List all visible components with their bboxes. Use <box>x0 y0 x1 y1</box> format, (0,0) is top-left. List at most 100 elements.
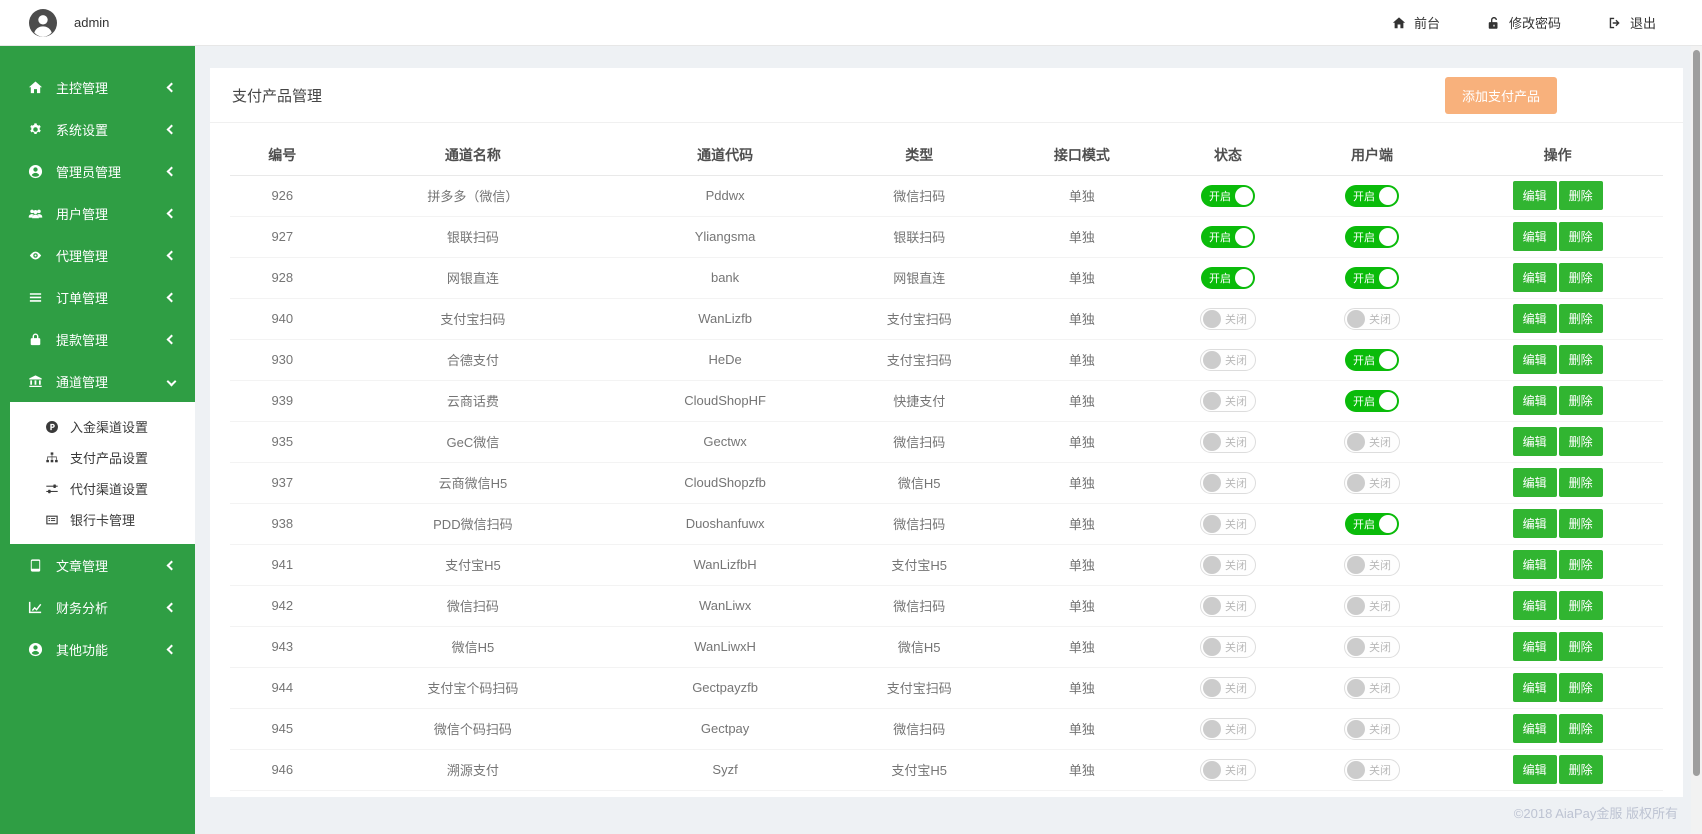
edit-button[interactable]: 编辑 <box>1512 427 1557 456</box>
delete-button[interactable]: 删除 <box>1558 632 1603 661</box>
delete-button[interactable]: 删除 <box>1558 263 1603 292</box>
delete-button[interactable]: 删除 <box>1558 304 1603 333</box>
edit-button[interactable]: 编辑 <box>1512 673 1557 702</box>
submenu-item[interactable]: 代付渠道设置 <box>10 473 195 504</box>
toggle-label: 开启 <box>1353 518 1376 531</box>
scrollbar-thumb[interactable] <box>1693 50 1700 776</box>
toggle-knob <box>1203 555 1222 574</box>
user-menu[interactable]: admin <box>29 8 109 37</box>
sidebar-item[interactable]: 提款管理 <box>0 318 195 360</box>
status-toggle-off[interactable]: 关闭 <box>1200 389 1257 412</box>
status-toggle-on[interactable]: 开启 <box>1201 184 1256 207</box>
sidebar-item[interactable]: 管理员管理 <box>0 150 195 192</box>
sidebar-item[interactable]: 用户管理 <box>0 192 195 234</box>
sidebar-item[interactable]: 通道管理 <box>0 360 195 402</box>
edit-button[interactable]: 编辑 <box>1512 304 1557 333</box>
status-toggle-off[interactable]: 关闭 <box>1200 553 1257 576</box>
client-toggle-off[interactable]: 关闭 <box>1344 307 1401 330</box>
sidebar-item[interactable]: 文章管理 <box>0 544 195 586</box>
sidebar-item[interactable]: 代理管理 <box>0 234 195 276</box>
status-toggle-off[interactable]: 关闭 <box>1200 348 1257 371</box>
delete-button[interactable]: 删除 <box>1558 673 1603 702</box>
toggle-label: 关闭 <box>1369 559 1392 572</box>
cell-mode: 单独 <box>999 339 1165 381</box>
users-icon <box>27 206 44 221</box>
edit-button[interactable]: 编辑 <box>1512 345 1557 374</box>
submenu-item[interactable]: 银行卡管理 <box>10 504 195 535</box>
client-toggle-off[interactable]: 关闭 <box>1344 717 1401 740</box>
status-toggle-off[interactable]: 关闭 <box>1200 717 1257 740</box>
topbar-nav-item[interactable]: 前台 <box>1392 13 1440 32</box>
edit-button[interactable]: 编辑 <box>1512 222 1557 251</box>
delete-button[interactable]: 删除 <box>1558 386 1603 415</box>
client-toggle-off[interactable]: 关闭 <box>1344 553 1401 576</box>
sidebar-item[interactable]: 主控管理 <box>0 66 195 108</box>
edit-button[interactable]: 编辑 <box>1512 550 1557 579</box>
toggle-knob <box>1235 186 1254 205</box>
edit-button[interactable]: 编辑 <box>1512 591 1557 620</box>
client-toggle-on[interactable]: 开启 <box>1345 348 1400 371</box>
delete-button[interactable]: 删除 <box>1558 509 1603 538</box>
edit-button[interactable]: 编辑 <box>1512 755 1557 784</box>
sidebar-item[interactable]: 订单管理 <box>0 276 195 318</box>
status-toggle-off[interactable]: 关闭 <box>1200 471 1257 494</box>
client-toggle-off[interactable]: 关闭 <box>1344 635 1401 658</box>
status-toggle-off[interactable]: 关闭 <box>1200 307 1257 330</box>
client-toggle-on[interactable]: 开启 <box>1345 512 1400 535</box>
cell-client: 关闭 <box>1291 626 1453 668</box>
cell-channel-name: 支付宝H5 <box>334 544 612 586</box>
cell-status: 关闭 <box>1164 626 1292 668</box>
edit-button[interactable]: 编辑 <box>1512 181 1557 210</box>
client-toggle-off[interactable]: 关闭 <box>1344 430 1401 453</box>
client-toggle-off[interactable]: 关闭 <box>1344 471 1401 494</box>
edit-button[interactable]: 编辑 <box>1512 714 1557 743</box>
table-row: 928 网银直连 bank 网银直连 单独 开启 开启 编辑 删除 <box>230 257 1663 299</box>
status-toggle-off[interactable]: 关闭 <box>1200 594 1257 617</box>
submenu-item[interactable]: 入金渠道设置 <box>10 411 195 442</box>
sidebar-item[interactable]: 财务分析 <box>0 586 195 628</box>
chevron-left-icon <box>166 124 177 134</box>
client-toggle-on[interactable]: 开启 <box>1345 266 1400 289</box>
add-payment-product-button[interactable]: 添加支付产品 <box>1444 76 1557 114</box>
delete-button[interactable]: 删除 <box>1558 755 1603 784</box>
edit-button[interactable]: 编辑 <box>1512 509 1557 538</box>
client-toggle-on[interactable]: 开启 <box>1345 184 1400 207</box>
status-toggle-off[interactable]: 关闭 <box>1200 758 1257 781</box>
status-toggle-off[interactable]: 关闭 <box>1200 635 1257 658</box>
client-toggle-off[interactable]: 关闭 <box>1344 594 1401 617</box>
cell-actions: 编辑 删除 <box>1452 380 1663 422</box>
delete-button[interactable]: 删除 <box>1558 714 1603 743</box>
delete-button[interactable]: 删除 <box>1558 427 1603 456</box>
edit-button[interactable]: 编辑 <box>1512 263 1557 292</box>
cell-id: 942 <box>230 585 335 627</box>
book-icon <box>27 558 44 573</box>
client-toggle-on[interactable]: 开启 <box>1345 225 1400 248</box>
status-toggle-on[interactable]: 开启 <box>1201 225 1256 248</box>
status-toggle-off[interactable]: 关闭 <box>1200 676 1257 699</box>
sidebar-item[interactable]: 系统设置 <box>0 108 195 150</box>
status-toggle-off[interactable]: 关闭 <box>1200 430 1257 453</box>
edit-button[interactable]: 编辑 <box>1512 468 1557 497</box>
delete-button[interactable]: 删除 <box>1558 345 1603 374</box>
delete-button[interactable]: 删除 <box>1558 222 1603 251</box>
toggle-knob <box>1203 514 1222 533</box>
delete-button[interactable]: 删除 <box>1558 181 1603 210</box>
status-toggle-off[interactable]: 关闭 <box>1200 512 1257 535</box>
edit-button[interactable]: 编辑 <box>1512 632 1557 661</box>
delete-button[interactable]: 删除 <box>1558 550 1603 579</box>
client-toggle-off[interactable]: 关闭 <box>1344 758 1401 781</box>
sidebar-item-label: 订单管理 <box>56 290 109 306</box>
client-toggle-off[interactable]: 关闭 <box>1344 676 1401 699</box>
status-toggle-on[interactable]: 开启 <box>1201 266 1256 289</box>
delete-button[interactable]: 删除 <box>1558 591 1603 620</box>
client-toggle-on[interactable]: 开启 <box>1345 389 1400 412</box>
topbar-nav-item[interactable]: 退出 <box>1608 13 1656 32</box>
page-scrollbar[interactable] <box>1691 46 1702 834</box>
sidebar-item[interactable]: 其他功能 <box>0 628 195 670</box>
toggle-knob <box>1347 719 1366 738</box>
edit-button[interactable]: 编辑 <box>1512 386 1557 415</box>
topbar-nav-item[interactable]: 修改密码 <box>1487 13 1561 32</box>
delete-button[interactable]: 删除 <box>1558 468 1603 497</box>
sidebar-submenu: 入金渠道设置 支付产品设置 代付渠道设置 银行卡管理 <box>10 402 195 544</box>
submenu-item[interactable]: 支付产品设置 <box>10 442 195 473</box>
